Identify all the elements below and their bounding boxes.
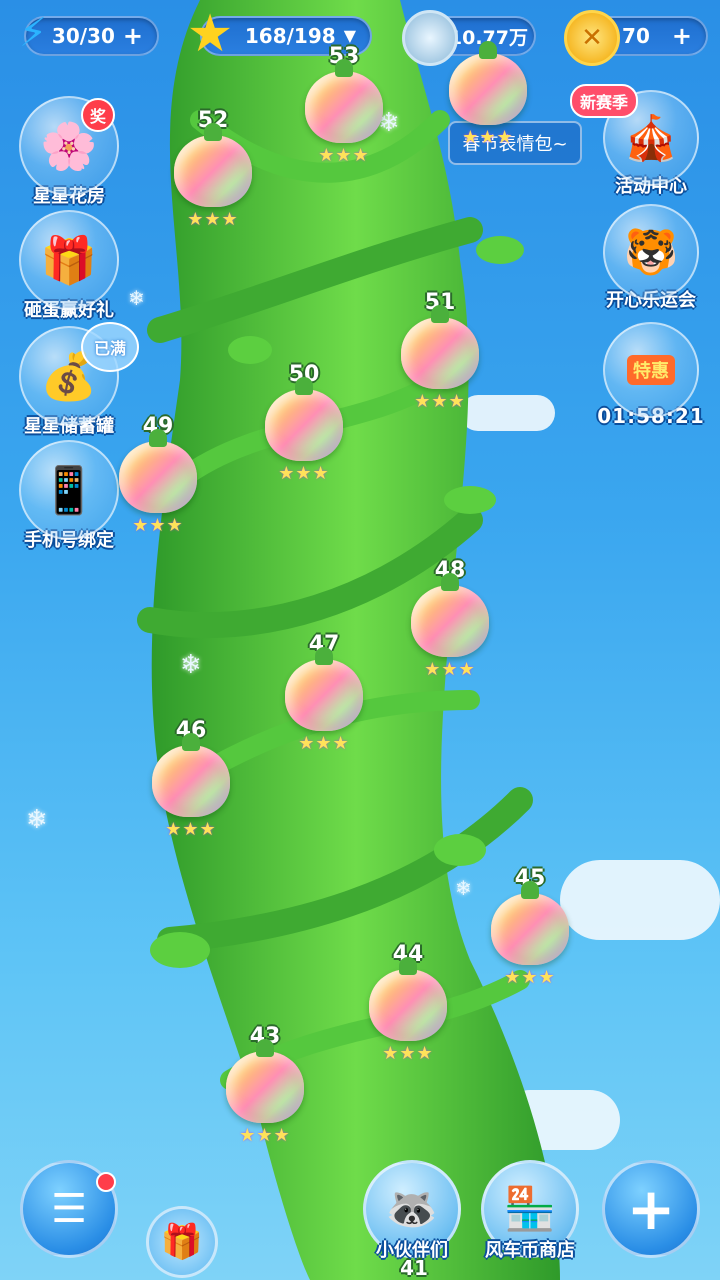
activity-center-button[interactable]: 🎪 活动中心 新赛季 [570,84,706,198]
level-stars: ★★★ [278,463,330,484]
level-node[interactable]: 44 ★★★ [358,942,458,1064]
level-node[interactable]: 45 ★★★ [480,866,580,988]
level-fruit-icon [491,881,569,965]
level-stars: ★★★ [504,967,556,988]
full-badge: 已满 [81,322,139,372]
level-stars: ★★★ [165,819,217,840]
level-node[interactable]: 49 ★★★ [108,414,208,536]
level-node[interactable]: 52 ★★★ [163,108,263,230]
snowflake-icon: ❄ [26,805,48,835]
level-stars: ★★★ [424,659,476,680]
happy-games-button[interactable]: 🐯 开心乐运会 [596,204,706,312]
level-fruit-icon [265,377,343,461]
level-stars: ★★★ [414,391,466,412]
flower-icon: 🌸 奖 [19,96,119,196]
partners-button[interactable]: 🦝 小伙伴们 [362,1160,462,1262]
tiger-mascot-icon: 🐯 [603,204,699,300]
special-offer-button[interactable]: 特惠 01:58:21 [596,322,706,428]
snowflake-icon: ❄ [128,286,145,310]
star-icon: ★ [186,4,234,64]
energy-value: 30/30 [51,24,115,48]
shop-label: 风车币商店 [485,1240,575,1261]
level-node[interactable]: 47 ★★★ [274,632,374,754]
snowflake-icon: ❄ [180,650,202,680]
special-offer-label: 特惠 [627,355,675,385]
lightning-icon: ⚡ [18,10,48,56]
level-node[interactable]: 43 ★★★ [215,1024,315,1146]
level-stars: ★★★ [382,1043,434,1064]
level-fruit-icon [152,733,230,817]
snowflake-icon: ❄ [455,876,472,900]
level-stars: ★★★ [187,209,239,230]
level-stars: ★★★ [462,127,514,148]
level-stars: ★★★ [318,145,370,166]
phone-chick-icon: 📱 [19,440,119,540]
level-node[interactable]: 48 ★★★ [400,558,500,680]
treasure-icon: 💰 已满 [19,322,139,426]
level-fruit-icon [305,59,383,143]
level-node[interactable]: 50 ★★★ [254,362,354,484]
chevron-down-icon[interactable]: ▼ [344,28,356,44]
new-season-text: 新赛季 [580,93,629,112]
level-fruit-icon [401,305,479,389]
level-fruit-icon [411,573,489,657]
gift-button[interactable]: 🎁 [146,1206,218,1278]
level-fruit-icon [369,957,447,1041]
level-stars: ★★★ [132,515,184,536]
level-stars: ★★★ [239,1125,291,1146]
level-fruit-icon [285,647,363,731]
level-node[interactable]: 53 ★★★ [438,38,538,148]
star-flower-house-button[interactable]: 🌸 奖 星星花房 [14,96,124,208]
level-fruit-icon [174,123,252,207]
plus-icon: + [602,1160,700,1258]
gift-icon: 🎁 [146,1206,218,1278]
gold-coin-icon: ✕ [564,10,620,66]
add-button[interactable]: + [602,1160,700,1258]
smash-egg-button[interactable]: 🎁 砸蛋赢好礼 [14,210,124,322]
level-fruit-icon [449,41,527,125]
level-fruit-icon [226,1039,304,1123]
shop-stall-icon: 特惠 [603,322,699,418]
shop-button[interactable]: 🏪 风车币商店 [470,1160,590,1262]
level-fruit-icon [119,429,197,513]
add-energy-icon[interactable]: + [123,24,143,48]
level-stars: ★★★ [298,733,350,754]
reward-badge: 奖 [81,98,115,132]
partners-label: 小伙伴们 [376,1240,448,1261]
level-node[interactable]: 51 ★★★ [390,290,490,412]
coin-value: 70 [622,24,650,48]
level-node[interactable]: 53 ★★★ [294,44,394,166]
new-season-badge: 新赛季 [570,84,639,118]
notification-dot [96,1172,116,1192]
level-node[interactable]: 46 ★★★ [141,718,241,840]
gift-egg-icon: 🎁 [19,210,119,310]
menu-button[interactable]: ☰ [20,1160,118,1258]
add-coins-icon[interactable]: + [672,24,692,48]
